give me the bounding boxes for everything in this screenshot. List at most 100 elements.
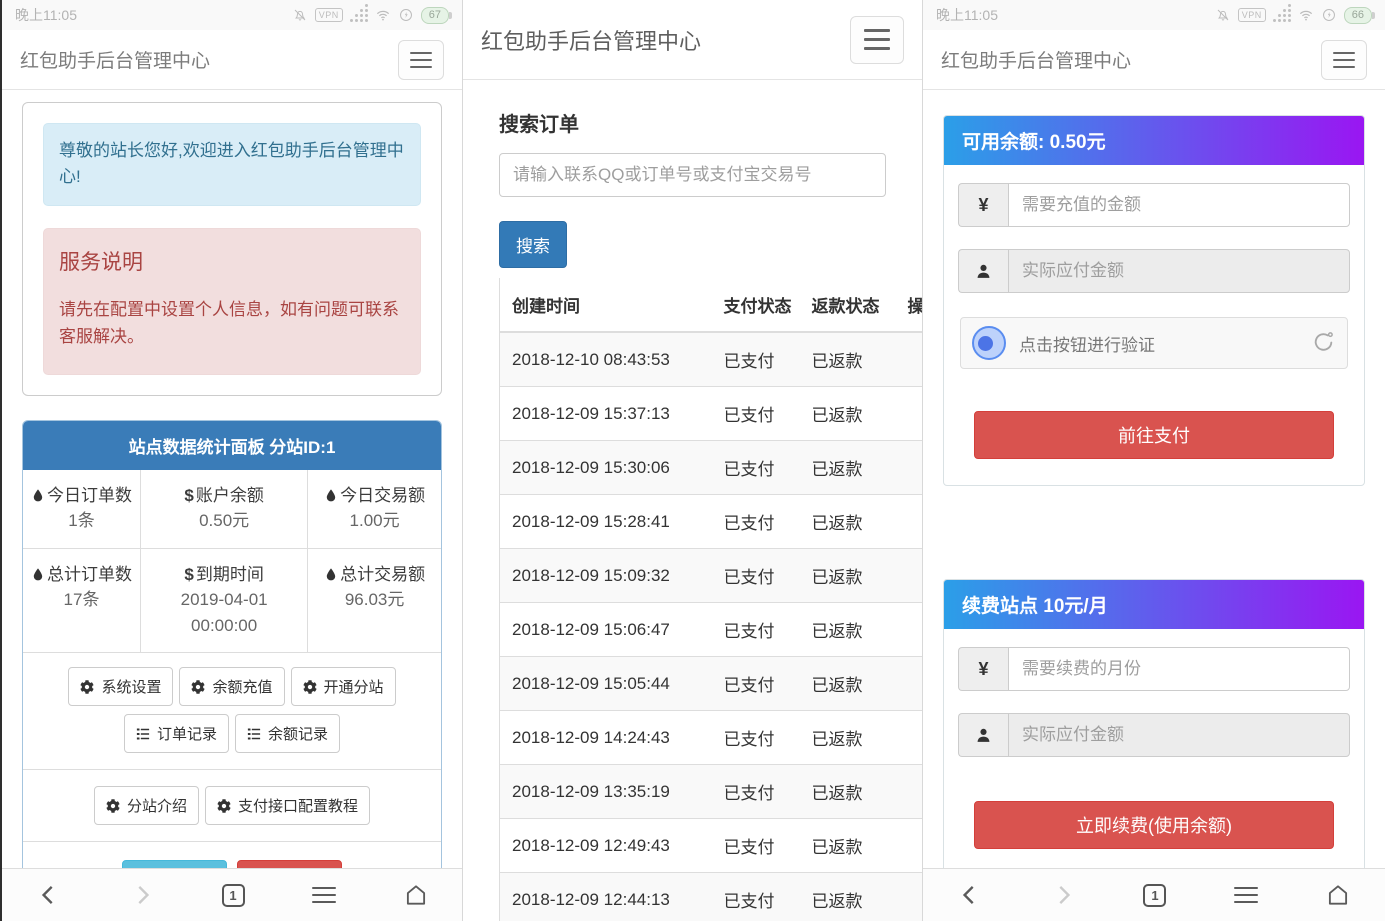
- site-home-button[interactable]: 网站首页: [122, 860, 227, 868]
- person-icon: [958, 249, 1008, 293]
- order-cell: [896, 711, 923, 765]
- stat-label: 今日交易额: [314, 483, 435, 509]
- battery-icon: 67: [421, 7, 449, 24]
- menu-button[interactable]: [1321, 40, 1367, 80]
- tint-icon: [324, 488, 338, 503]
- order-cell: 已返款: [800, 441, 896, 495]
- back-button[interactable]: [36, 882, 62, 908]
- action-button[interactable]: 余额记录: [235, 714, 340, 753]
- chevron-left-icon: [36, 882, 62, 908]
- tab-count: 1: [222, 884, 245, 907]
- action-row-3: 分站介绍支付接口配置教程: [29, 782, 435, 829]
- wifi-icon: [1298, 7, 1314, 23]
- order-cell: 已支付: [712, 657, 800, 711]
- back-button[interactable]: [957, 882, 983, 908]
- order-cell: [896, 765, 923, 819]
- action-button[interactable]: 余额充值: [179, 667, 284, 706]
- order-cell: 2018-12-09 15:28:41: [500, 495, 712, 549]
- gear-icon: [191, 680, 205, 694]
- search-input[interactable]: [499, 153, 886, 197]
- order-row: 2018-12-09 15:09:32已支付已返款: [500, 549, 923, 603]
- captcha-refresh-button[interactable]: [1311, 329, 1336, 357]
- order-cell: [896, 387, 923, 441]
- tint-icon: [324, 567, 338, 582]
- menu-button[interactable]: [398, 40, 444, 80]
- home-nav-button[interactable]: [403, 882, 429, 908]
- order-row: 2018-12-09 15:37:13已支付已返款: [500, 387, 923, 441]
- notice-card: 尊敬的站长您好,欢迎进入红包助手后台管理中心! 服务说明 请先在配置中设置个人信…: [22, 102, 442, 396]
- stat-cell: 总计交易额96.03元: [307, 549, 441, 654]
- tabs-button[interactable]: 1: [1143, 884, 1166, 907]
- menu-icon: [312, 887, 336, 903]
- person-icon: [958, 713, 1008, 757]
- action-button[interactable]: 系统设置: [68, 667, 173, 706]
- forward-button[interactable]: [1050, 882, 1076, 908]
- order-cell: 已返款: [800, 711, 896, 765]
- tabs-button[interactable]: 1: [222, 884, 245, 907]
- stat-value: 17条: [29, 587, 134, 613]
- phone-right: 晚上11:05 VPN 66 红包助手后台管理中心 可用余额: 0.50元: [923, 0, 1385, 921]
- forward-button[interactable]: [129, 882, 155, 908]
- column-header: 支付状态: [712, 278, 800, 332]
- battery-icon: 66: [1344, 7, 1372, 24]
- order-cell: 2018-12-09 12:44:13: [500, 873, 712, 921]
- phone-left: 晚上11:05 VPN 67 红包助手后台管理中心 尊敬的站长您好,欢迎进入红包…: [0, 0, 462, 921]
- list-icon: [247, 727, 261, 741]
- recharge-amount-input[interactable]: [1008, 183, 1350, 227]
- captcha-button-icon[interactable]: [972, 326, 1006, 360]
- service-alert: 服务说明 请先在配置中设置个人信息，如有问题可联系客服解决。: [43, 228, 421, 375]
- order-cell: 2018-12-09 15:05:44: [500, 657, 712, 711]
- page-title: 红包助手后台管理中心: [941, 46, 1131, 73]
- stats-grid: 今日订单数1条$账户余额0.50元今日交易额1.00元总计订单数17条$到期时间…: [23, 470, 441, 654]
- refresh-icon: [1311, 329, 1336, 354]
- order-row: 2018-12-09 15:30:06已支付已返款: [500, 441, 923, 495]
- search-button[interactable]: 搜索: [499, 221, 567, 268]
- renew-actual-input[interactable]: [1008, 713, 1350, 757]
- order-row: 2018-12-09 12:49:43已支付已返款: [500, 819, 923, 873]
- action-button[interactable]: 订单记录: [124, 714, 229, 753]
- browser-menu-button[interactable]: [1234, 887, 1258, 903]
- renew-actual-group: [958, 713, 1350, 757]
- action-button[interactable]: 开通分站: [291, 667, 396, 706]
- column-header: 操作: [896, 278, 923, 332]
- status-bar: 晚上11:05 VPN 67: [2, 0, 462, 30]
- order-row: 2018-12-09 12:44:13已支付已返款: [500, 873, 923, 921]
- yen-icon: ¥: [958, 183, 1008, 227]
- order-table-body: 2018-12-10 08:43:53已支付已返款2018-12-09 15:3…: [500, 332, 923, 921]
- actual-amount-input[interactable]: [1008, 249, 1350, 293]
- gear-icon: [106, 799, 120, 813]
- order-cell: [896, 819, 923, 873]
- renew-now-button[interactable]: 立即续费(使用余额): [974, 801, 1334, 849]
- order-cell: 已支付: [712, 441, 800, 495]
- captcha-widget[interactable]: 点击按钮进行验证: [960, 317, 1348, 369]
- dollar-icon: $: [184, 565, 193, 584]
- go-pay-button[interactable]: 前往支付: [974, 411, 1334, 459]
- logout-button[interactable]: 退出登录: [237, 860, 342, 868]
- home-nav-button[interactable]: [1325, 882, 1351, 908]
- order-cell: 已支付: [712, 332, 800, 387]
- order-cell: 已返款: [800, 387, 896, 441]
- order-cell: [896, 603, 923, 657]
- renew-months-group: ¥: [958, 647, 1350, 691]
- browser-menu-button[interactable]: [312, 887, 336, 903]
- stat-cell: 今日交易额1.00元: [307, 470, 441, 549]
- stat-value: 2019-04-01 00:00:00: [147, 587, 301, 638]
- gear-icon: [303, 680, 317, 694]
- action-button[interactable]: 支付接口配置教程: [205, 786, 370, 825]
- gear-icon: [217, 799, 231, 813]
- actual-amount-group: [958, 249, 1350, 293]
- menu-button[interactable]: [850, 16, 904, 64]
- order-cell: 已支付: [712, 765, 800, 819]
- renew-card: 续费站点 10元/月 ¥ 立即续费(使用余额): [943, 579, 1365, 868]
- order-cell: 已支付: [712, 711, 800, 765]
- order-cell: 已返款: [800, 873, 896, 921]
- renew-months-input[interactable]: [1008, 647, 1350, 691]
- triple-screenshot: 晚上11:05 VPN 67 红包助手后台管理中心 尊敬的站长您好,欢迎进入红包…: [0, 0, 1385, 921]
- order-cell: 已支付: [712, 387, 800, 441]
- link-buttons: 分站介绍支付接口配置教程: [23, 769, 441, 841]
- action-button[interactable]: 分站介绍: [94, 786, 199, 825]
- tint-icon: [31, 488, 45, 503]
- mute-icon: [292, 7, 308, 23]
- balance-heading: 可用余额: 0.50元: [944, 116, 1364, 165]
- order-row: 2018-12-09 15:06:47已支付已返款: [500, 603, 923, 657]
